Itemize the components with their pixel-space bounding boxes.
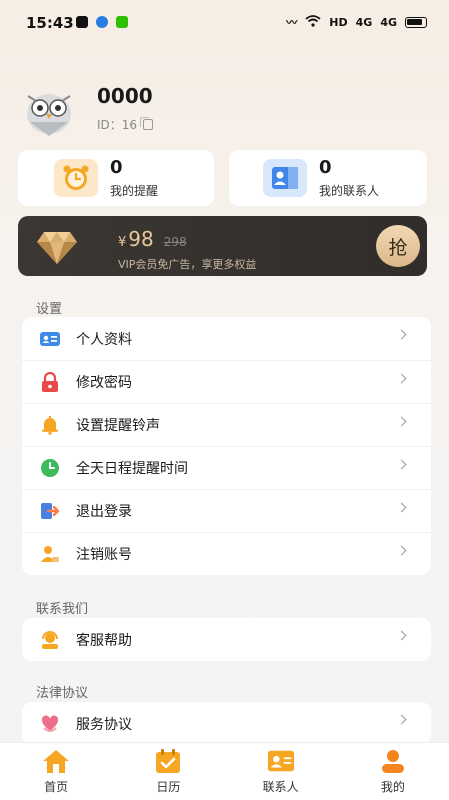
calendar-icon — [154, 748, 182, 774]
settings-item-allday-time[interactable]: 全天日程提醒时间 — [22, 446, 431, 489]
tab-calendar[interactable]: 日历 — [112, 743, 224, 800]
settings-item-label: 全天日程提醒时间 — [76, 461, 188, 477]
legal-section-title: 法律协议 — [36, 686, 89, 701]
chevron-right-icon — [396, 329, 407, 340]
clock-icon — [40, 458, 60, 478]
settings-item-ringtone[interactable]: 设置提醒铃声 — [22, 403, 431, 446]
vip-subtitle: VIP会员免广告，享更多权益 — [118, 258, 257, 271]
settings-list: 个人资料 修改密码 设置提醒铃声 全天日程提醒时间 退出登录 注销账号 — [22, 317, 431, 575]
vip-banner[interactable]: ¥98 298 VIP会员免广告，享更多权益 抢 — [18, 216, 427, 276]
tab-calendar-label: 日历 — [156, 780, 181, 794]
home-icon — [42, 748, 70, 774]
vibrate-icon: 〰 — [286, 16, 298, 29]
alarm-clock-icon — [54, 159, 98, 197]
settings-item-label: 修改密码 — [76, 375, 132, 391]
chevron-right-icon — [396, 545, 407, 556]
contact-item-label: 客服帮助 — [76, 632, 132, 649]
settings-section-title: 设置 — [36, 302, 63, 317]
diamond-icon — [36, 228, 78, 266]
network-type: HD — [329, 15, 348, 29]
contact-item-support[interactable]: 客服帮助 — [22, 618, 431, 661]
tab-home[interactable]: 首页 — [0, 743, 112, 800]
chevron-right-icon — [396, 630, 407, 641]
user-id-row: ID：16 — [97, 116, 154, 133]
grab-vip-button[interactable]: 抢 — [376, 225, 420, 267]
vip-price-row: ¥98 298 — [118, 227, 187, 251]
signal-1: 4G — [355, 15, 373, 29]
user-remove-icon — [40, 544, 60, 564]
legal-list: 服务协议 — [22, 702, 431, 745]
reminders-count: 0 — [110, 156, 123, 178]
user-icon — [379, 748, 407, 774]
chevron-right-icon — [396, 373, 407, 384]
contacts-icon — [267, 748, 295, 774]
my-reminders-card[interactable]: 0 我的提醒 — [18, 150, 214, 206]
settings-item-label: 设置提醒铃声 — [76, 418, 160, 434]
chevron-right-icon — [396, 502, 407, 513]
contact-section-title: 联系我们 — [36, 602, 89, 617]
chevron-right-icon — [396, 416, 407, 427]
id-card-icon — [40, 329, 60, 349]
signal-2: 4G — [380, 15, 397, 29]
avatar[interactable] — [20, 88, 78, 136]
contacts-count: 0 — [319, 156, 332, 178]
wechat-icon — [116, 16, 128, 28]
tab-home-label: 首页 — [44, 780, 69, 794]
settings-item-logout[interactable]: 退出登录 — [22, 489, 431, 532]
copy-icon[interactable] — [140, 117, 154, 130]
battery-icon — [405, 16, 427, 28]
settings-item-label: 退出登录 — [76, 504, 132, 520]
support-icon — [40, 630, 60, 650]
username: 0000 — [97, 84, 153, 108]
owl-avatar-icon — [27, 94, 71, 136]
vip-price: ¥98 — [118, 227, 154, 251]
settings-item-label: 个人资料 — [76, 331, 132, 348]
browser-icon — [96, 16, 108, 28]
wifi-icon — [305, 14, 321, 30]
contacts-card-icon — [263, 159, 307, 197]
tab-mine[interactable]: 我的 — [337, 743, 449, 800]
settings-item-profile[interactable]: 个人资料 — [22, 317, 431, 360]
tiktok-icon — [76, 16, 88, 28]
status-indicators: 〰 HD 4G 4G — [286, 14, 427, 30]
settings-item-label: 注销账号 — [76, 547, 132, 563]
lock-icon — [40, 372, 60, 392]
chevron-right-icon — [396, 714, 407, 725]
settings-item-password[interactable]: 修改密码 — [22, 360, 431, 403]
tab-mine-label: 我的 — [380, 780, 405, 794]
user-id: ID：16 — [97, 118, 138, 132]
status-app-icons — [76, 16, 128, 28]
status-bar: 15:43 〰 HD 4G 4G — [0, 0, 449, 40]
contact-list: 客服帮助 — [22, 618, 431, 661]
tab-contacts[interactable]: 联系人 — [225, 743, 337, 800]
legal-item-label: 服务协议 — [76, 716, 132, 733]
logout-icon — [40, 501, 60, 521]
legal-item-service-agreement[interactable]: 服务协议 — [22, 702, 431, 745]
agreement-icon — [40, 714, 60, 734]
bottom-tab-bar: 首页 日历 联系人 我的 — [0, 742, 449, 800]
status-time: 15:43 — [26, 14, 74, 32]
contacts-label: 我的联系人 — [319, 183, 380, 198]
my-contacts-card[interactable]: 0 我的联系人 — [229, 150, 427, 206]
vip-original-price: 298 — [163, 235, 187, 249]
chevron-right-icon — [396, 459, 407, 470]
settings-item-delete-account[interactable]: 注销账号 — [22, 532, 431, 575]
tab-contacts-label: 联系人 — [262, 780, 299, 794]
bell-icon — [40, 415, 60, 435]
reminders-label: 我的提醒 — [110, 183, 159, 198]
